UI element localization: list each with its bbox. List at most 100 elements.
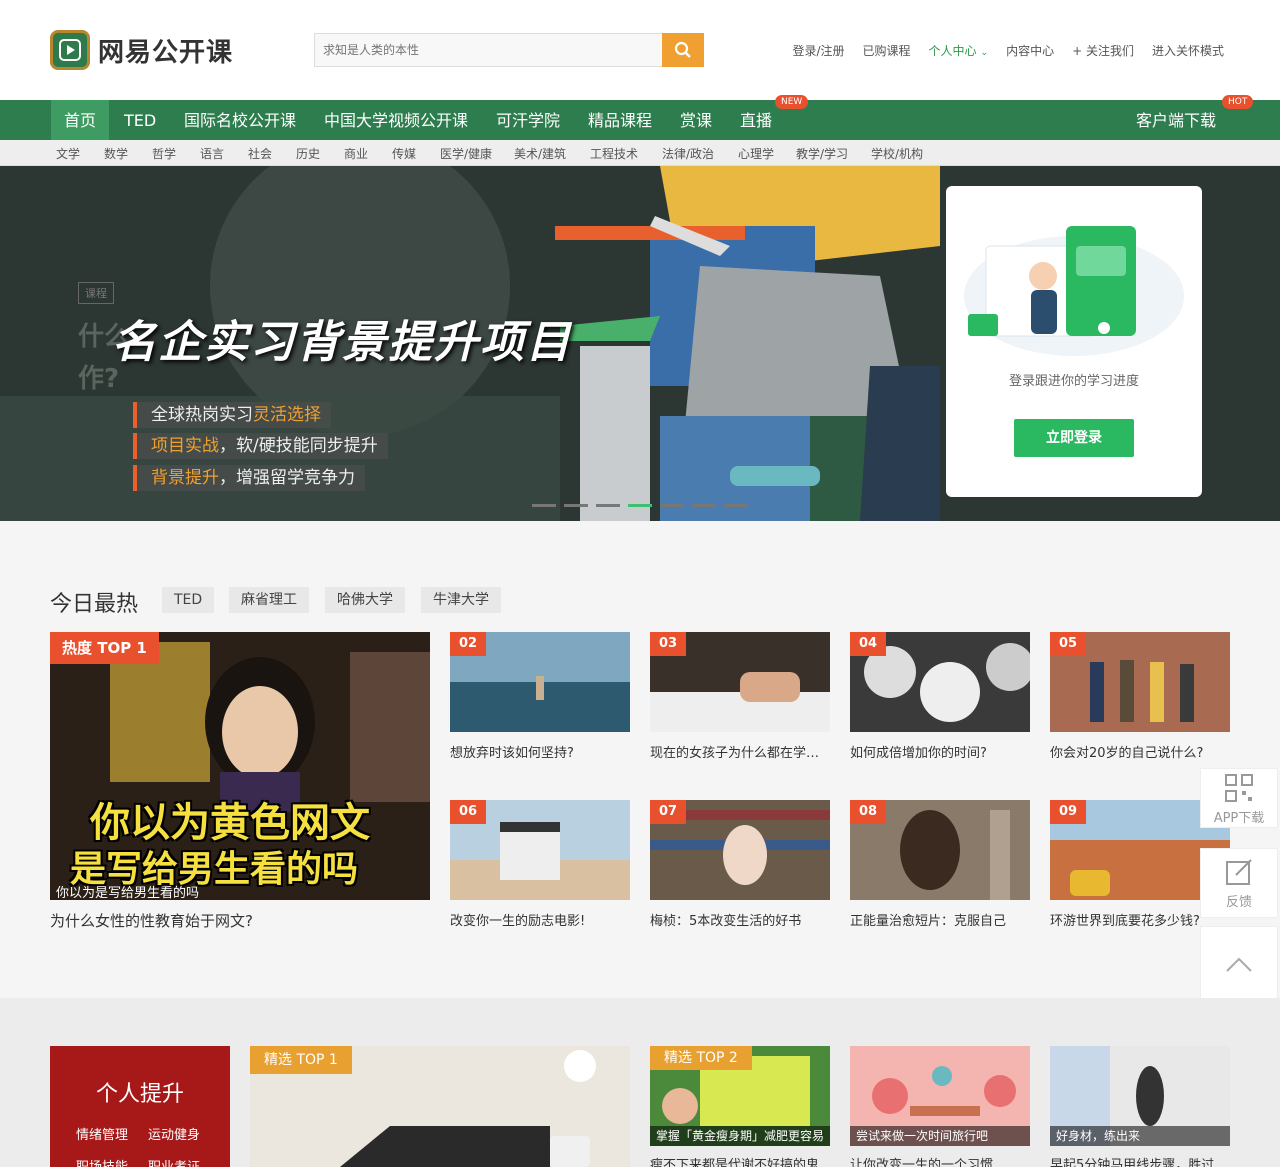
search-input[interactable]: [314, 33, 662, 67]
subnav-item[interactable]: 医学/健康: [440, 145, 492, 162]
nav-intl-courses[interactable]: 国际名校公开课: [171, 100, 309, 140]
video-thumbnail[interactable]: 好身材，练出来: [1050, 1046, 1230, 1146]
care-mode-link[interactable]: 进入关怀模式: [1152, 42, 1224, 59]
carousel-dot[interactable]: [596, 504, 620, 507]
featured-top2-label: 精选 TOP 2: [650, 1046, 752, 1070]
top-video-card[interactable]: 热度 TOP 1 你以为黄色网文 是写给男生看的吗 你以为是写给男生看的吗: [50, 632, 430, 900]
hot-top1-label: 热度 TOP 1: [50, 632, 159, 664]
login-register-link[interactable]: 登录/注册: [792, 42, 844, 59]
video-title[interactable]: 如何成倍增加你的时间?: [850, 742, 1030, 761]
logo-text: 网易公开课: [98, 37, 234, 68]
video-thumbnail[interactable]: 尝试来做一次时间旅行吧: [850, 1046, 1030, 1146]
video-title[interactable]: 改变你一生的励志电影!: [450, 910, 630, 929]
video-title[interactable]: 想放弃时该如何坚持?: [450, 742, 630, 761]
tag-mit[interactable]: 麻省理工: [229, 587, 309, 613]
nav-home[interactable]: 首页: [51, 100, 110, 140]
video-title[interactable]: 让你改变一生的一个习惯: [850, 1154, 1030, 1167]
back-to-top-button[interactable]: [1200, 926, 1278, 1004]
video-title[interactable]: 现在的女孩子为什么都在学钢琴: [650, 742, 830, 761]
chevron-up-icon: [1226, 957, 1252, 972]
rank-number: 07: [650, 800, 686, 824]
subnav-item[interactable]: 学校/机构: [871, 145, 923, 162]
subnav-item[interactable]: 数学: [104, 145, 128, 162]
carousel-dot[interactable]: [660, 504, 684, 507]
nav-premium[interactable]: 精品课程: [575, 100, 665, 140]
banner-bullet: 背景提升，增强留学竞争力: [133, 465, 365, 491]
nav-live[interactable]: 直播 NEW: [727, 95, 809, 140]
login-button[interactable]: 立即登录: [1014, 419, 1134, 457]
video-thumbnail[interactable]: 08: [850, 800, 1030, 900]
subnav-item[interactable]: 法律/政治: [662, 145, 714, 162]
video-thumbnail[interactable]: 06: [450, 800, 630, 900]
personal-center-link[interactable]: 个人中心 ⌄: [929, 42, 989, 59]
tag-harvard[interactable]: 哈佛大学: [325, 587, 405, 613]
content-center-link[interactable]: 内容中心: [1006, 42, 1054, 59]
nav-download[interactable]: 客户端下载 HOT: [1123, 95, 1254, 140]
video-thumbnail[interactable]: 05: [1050, 632, 1230, 732]
hero-banner[interactable]: 课程 什么 作? 名企实习背景提升项目 全球热岗实习灵活选择 项目实战，软/硬技…: [0, 166, 1280, 521]
video-thumbnail[interactable]: 精选 TOP 2 掌握「黄金瘦身期」减肥更容易: [650, 1046, 830, 1146]
app-download-button[interactable]: APP下载: [1200, 768, 1278, 828]
category-link[interactable]: 职场技能: [76, 1156, 128, 1167]
carousel-dot[interactable]: [532, 504, 556, 507]
carousel-dot[interactable]: [724, 504, 748, 507]
subnav-item[interactable]: 心理学: [738, 145, 774, 162]
subnav-item[interactable]: 历史: [296, 145, 320, 162]
subnav-item[interactable]: 教学/学习: [796, 145, 848, 162]
tag-ted[interactable]: TED: [162, 587, 215, 613]
video-title[interactable]: 瘦不下来都是代谢不好搞的鬼: [650, 1154, 830, 1167]
site-logo[interactable]: 网易公开课: [50, 30, 233, 70]
rank-number: 06: [450, 800, 486, 824]
carousel-dot-active[interactable]: [628, 504, 652, 507]
chevron-down-icon: ⌄: [980, 48, 989, 58]
tag-oxford[interactable]: 牛津大学: [421, 587, 501, 613]
subnav-item[interactable]: 美术/建筑: [514, 145, 566, 162]
carousel-dot[interactable]: [692, 504, 716, 507]
top-video-title[interactable]: 为什么女性的性教育始于网文?: [50, 910, 253, 931]
subnav-item[interactable]: 哲学: [152, 145, 176, 162]
login-prompt: 登录跟进你的学习进度: [1008, 374, 1139, 389]
video-thumbnail[interactable]: 04: [850, 632, 1030, 732]
video-thumbnail[interactable]: 07: [650, 800, 830, 900]
search-button[interactable]: [662, 33, 704, 67]
video-thumbnail[interactable]: 02: [450, 632, 630, 732]
subnav-item[interactable]: 传媒: [392, 145, 416, 162]
nav-khan[interactable]: 可汗学院: [483, 100, 573, 140]
purchased-courses-link[interactable]: 已购课程: [863, 42, 911, 59]
top-video-subtitle: 你以为是写给男生看的吗: [56, 886, 200, 900]
feedback-label: 反馈: [1225, 895, 1252, 910]
follow-us-link[interactable]: + 关注我们: [1072, 42, 1134, 59]
category-card: 个人提升 情绪管理 运动健身 职场技能 职业考证: [50, 1046, 230, 1167]
feedback-button[interactable]: 反馈: [1200, 848, 1278, 918]
nav-cn-univ[interactable]: 中国大学视频公开课: [311, 100, 481, 140]
video-thumbnail[interactable]: 03: [650, 632, 830, 732]
subnav-item[interactable]: 商业: [344, 145, 368, 162]
banner-tag: 课程: [78, 282, 114, 304]
featured-video-card[interactable]: 精选 TOP 1: [250, 1046, 630, 1167]
video-title[interactable]: 梅桢：5本改变生活的好书: [650, 910, 830, 929]
carousel-dots: [532, 504, 756, 507]
search-bar: [314, 33, 704, 67]
category-link[interactable]: 运动健身: [148, 1124, 200, 1143]
search-icon: [674, 41, 691, 58]
subnav-item[interactable]: 工程技术: [590, 145, 638, 162]
rank-number: 02: [450, 632, 486, 656]
nav-ted[interactable]: TED: [111, 100, 169, 140]
subnav-item[interactable]: 社会: [248, 145, 272, 162]
category-subnav: 文学 数学 哲学 语言 社会 历史 商业 传媒 医学/健康 美术/建筑 工程技术…: [0, 140, 1280, 166]
subnav-item[interactable]: 文学: [56, 145, 80, 162]
site-header: 网易公开课 登录/注册 已购课程 个人中心⌄ 内容中心 + 关注我们 进入关怀模…: [0, 0, 1280, 100]
video-title[interactable]: 正能量治愈短片：克服自己: [850, 910, 1030, 929]
category-link[interactable]: 情绪管理: [76, 1124, 128, 1143]
carousel-dot[interactable]: [564, 504, 588, 507]
subnav-item[interactable]: 语言: [200, 145, 224, 162]
video-caption: 掌握「黄金瘦身期」减肥更容易: [650, 1126, 830, 1146]
video-title[interactable]: 早起5分钟马甲线步骤，胜过: [1050, 1154, 1230, 1167]
video-title[interactable]: 你会对20岁的自己说什么?: [1050, 742, 1230, 761]
nav-shangke[interactable]: 赏课: [667, 100, 725, 140]
banner-title: 名企实习背景提升项目: [112, 317, 572, 368]
category-link[interactable]: 职业考证: [148, 1156, 200, 1167]
main-nav: 首页 TED 国际名校公开课 中国大学视频公开课 可汗学院 精品课程 赏课 直播…: [0, 95, 1280, 140]
rank-number: 05: [1050, 632, 1086, 656]
featured-top1-label: 精选 TOP 1: [250, 1046, 352, 1074]
